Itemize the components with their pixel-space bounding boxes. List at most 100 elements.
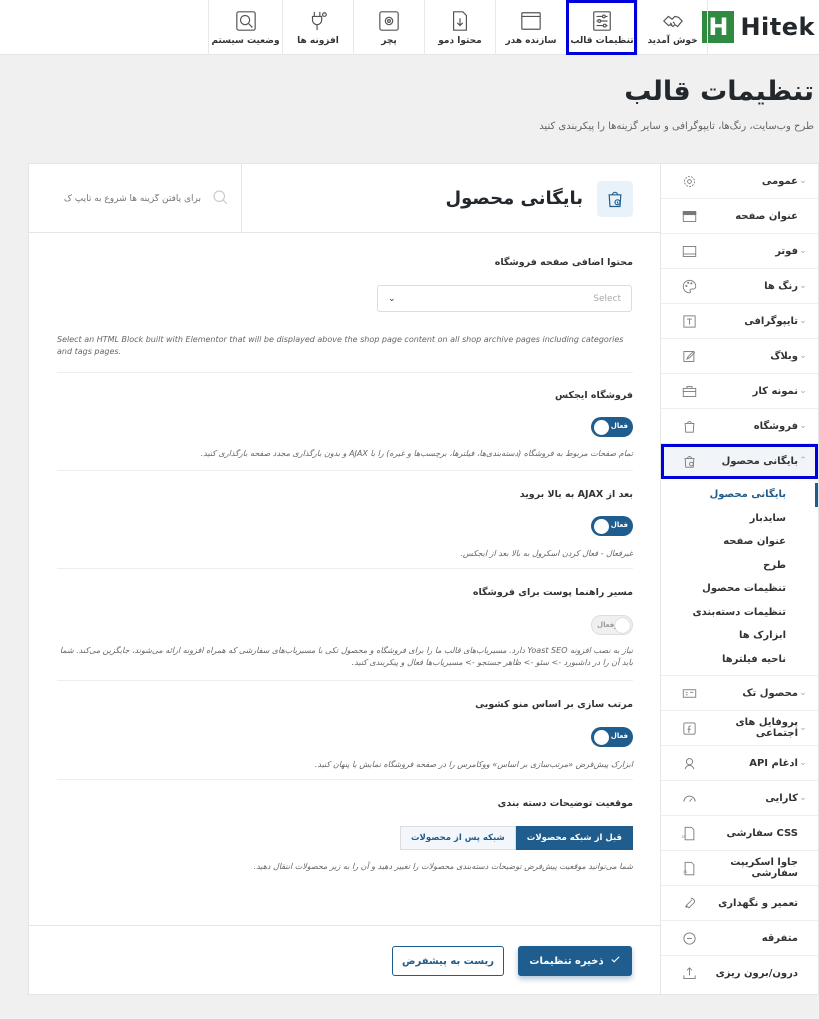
speed-icon	[681, 790, 697, 806]
toggle-label: فعال	[610, 732, 628, 740]
chevron-up-icon: ⌃	[799, 456, 807, 466]
setting-desc-wrap: Select an HTML Block built with Elemento…	[57, 334, 633, 358]
sidebar-item-label: عنوان صفحه	[735, 210, 798, 222]
sidebar-item-custom-css[interactable]: CSS CSS سفارشی	[661, 816, 818, 851]
edit-icon	[681, 348, 697, 364]
sidebar-item-label: متفرقه	[761, 932, 798, 944]
topnav-system-status[interactable]: وضعیت سیستم	[208, 0, 282, 55]
submenu-item-widgets[interactable]: ابزارک ها	[661, 624, 818, 648]
save-settings-button[interactable]: ذخیره تنظیمات	[518, 946, 632, 976]
sidebar-item-label: نمونه کار	[752, 385, 798, 397]
option-after-grid[interactable]: شبکه پس از محصولات	[400, 826, 516, 850]
sidebar-item-blog[interactable]: وبلاگ ⌄	[661, 339, 818, 374]
chevron-down-icon: ⌄	[799, 758, 807, 768]
typography-icon	[681, 313, 697, 329]
submenu-item-sidebar[interactable]: سایدبار	[661, 507, 818, 531]
sidebar-item-page-title[interactable]: عنوان صفحه	[661, 199, 818, 234]
topnav-patcher[interactable]: پچر	[353, 0, 424, 55]
window-icon	[520, 10, 542, 32]
sidebar-item-general[interactable]: عمومی ⌄	[661, 164, 818, 199]
toggle-label: فعال	[610, 422, 628, 430]
sidebar-item-social-profiles[interactable]: پروفایل های اجتماعی ⌄	[661, 711, 818, 746]
svg-text:JS: JS	[682, 869, 687, 873]
sidebar-item-label: فوتر	[775, 245, 798, 257]
topnav-demo-content[interactable]: محتوا دمو	[424, 0, 495, 55]
submenu-item-filters-area[interactable]: ناحیه فیلترها	[661, 648, 818, 672]
chevron-down-icon: ⌄	[799, 688, 807, 698]
divider	[57, 568, 633, 569]
topnav-system-status-label: وضعیت سیستم	[211, 35, 280, 46]
setting-description: غیرفعال - فعال کردن اسکرول به بالا بعد ا…	[460, 549, 633, 558]
topnav-plugins-label: افزونه ها	[297, 35, 339, 46]
sliders-icon	[591, 10, 613, 32]
top-bar: H Hitek خوش آمدید تنظیمات قالب سازنده هد…	[0, 0, 819, 55]
palette-icon	[681, 278, 697, 294]
setting-description: ابزارک پیش‌فرض «مرتب‌سازی بر اساس» ووکام…	[314, 760, 633, 769]
submenu-item-product-settings[interactable]: تنظیمات محصول	[661, 577, 818, 601]
sidebar-item-label: CSS سفارشی	[726, 827, 798, 839]
settings-panel: عمومی ⌄ عنوان صفحه فوتر ⌄ رنگ ها ⌄ تایپو…	[28, 163, 819, 995]
minus-circle-icon	[681, 930, 697, 946]
sidebar-item-maintenance[interactable]: تعمیر و نگهداری	[661, 886, 818, 921]
facebook-icon	[681, 720, 697, 736]
handshake-icon	[662, 10, 684, 32]
plug-icon	[307, 10, 329, 32]
sidebar-item-performance[interactable]: کارایی ⌄	[661, 781, 818, 816]
chevron-down-icon: ⌄	[799, 793, 807, 803]
breadcrumbs-toggle[interactable]: غیرفعال	[591, 615, 633, 635]
sidebar-item-shop[interactable]: فروشگاه ⌄	[661, 409, 818, 444]
submenu-item-page-title[interactable]: عنوان صفحه	[661, 530, 818, 554]
sidebar-item-label: فروشگاه	[753, 420, 798, 432]
setting-scroll-top: بعد از AJAX به بالا بروید	[57, 489, 633, 500]
setting-desc-wrap: شما می‌توانید موقعیت پیش‌فرض توضیحات دست…	[57, 861, 633, 873]
sidebar-item-single-product[interactable]: محصول تک ⌄	[661, 676, 818, 711]
sidebar-item-label: رنگ ها	[764, 280, 798, 292]
extra-content-select[interactable]: ⌄ Select	[377, 285, 632, 312]
topnav-header-builder[interactable]: سازنده هدر	[495, 0, 566, 55]
sidebar-item-colors[interactable]: رنگ ها ⌄	[661, 269, 818, 304]
submenu-item-product-archive[interactable]: بایگانی محصول	[661, 483, 818, 507]
select-placeholder: Select	[593, 293, 621, 304]
bag-icon	[681, 418, 697, 434]
search-icon	[211, 188, 229, 209]
setting-desc-wrap: تمام صفحات مربوط به فروشگاه (دسته‌بندی‌ه…	[57, 448, 633, 460]
sidebar-item-footer[interactable]: فوتر ⌄	[661, 234, 818, 269]
setting-desc-wrap: غیرفعال - فعال کردن اسکرول به بالا بعد ا…	[57, 548, 633, 560]
toggle-knob	[594, 729, 609, 745]
sidebar-item-portfolio[interactable]: نمونه کار ⌄	[661, 374, 818, 409]
sidebar-item-api[interactable]: ادغام API ⌄	[661, 746, 818, 781]
sidebar-item-label: کارایی	[765, 792, 798, 804]
css-icon: CSS	[681, 825, 697, 841]
setting-title: موقعیت توضیحات دسته بندی	[497, 798, 633, 809]
chevron-down-icon: ⌄	[799, 386, 807, 396]
chevron-down-icon: ⌄	[799, 316, 807, 326]
sidebar-item-label: پروفایل های اجتماعی	[735, 717, 798, 739]
logo-text: Hitek	[740, 13, 815, 41]
search-input[interactable]	[41, 193, 201, 204]
options-search	[29, 164, 241, 233]
orderby-toggle[interactable]: فعال	[591, 727, 633, 747]
sidebar-item-import-export[interactable]: درون/برون ریزی	[661, 956, 818, 991]
topnav-welcome[interactable]: خوش آمدید	[637, 0, 708, 55]
option-before-grid[interactable]: قبل از شبکه محصولات	[515, 826, 633, 850]
setting-title: مسیر راهنما پوست برای فروشگاه	[472, 587, 633, 598]
title-bar-icon	[681, 208, 697, 224]
topnav-plugins[interactable]: افزونه ها	[282, 0, 353, 55]
sidebar-item-typography[interactable]: تایپوگرافی ⌄	[661, 304, 818, 339]
reset-defaults-button[interactable]: ریست به پیشفرض	[392, 946, 504, 976]
toggle-label: فعال	[610, 521, 628, 529]
ajax-shop-toggle[interactable]: فعال	[591, 417, 633, 437]
submenu-item-category-settings[interactable]: تنظیمات دسته‌بندی	[661, 601, 818, 625]
scroll-top-toggle[interactable]: فعال	[591, 516, 633, 536]
sidebar-item-product-archive[interactable]: بایگانی محصول ⌃	[661, 444, 818, 479]
setting-breadcrumbs: مسیر راهنما پوست برای فروشگاه	[57, 587, 633, 598]
sidebar-item-custom-js[interactable]: JS جاوا اسکریپت سفارشی	[661, 851, 818, 886]
logo: H Hitek	[702, 8, 815, 46]
topnav-theme-settings[interactable]: تنظیمات قالب	[566, 0, 637, 55]
settings-sidebar: عمومی ⌄ عنوان صفحه فوتر ⌄ رنگ ها ⌄ تایپو…	[660, 164, 818, 994]
submenu-item-layout[interactable]: طرح	[661, 554, 818, 578]
toggle-knob	[594, 419, 609, 435]
chevron-down-icon: ⌄	[799, 351, 807, 361]
content-header: بایگانی محصول	[29, 164, 661, 233]
sidebar-item-misc[interactable]: متفرقه	[661, 921, 818, 956]
